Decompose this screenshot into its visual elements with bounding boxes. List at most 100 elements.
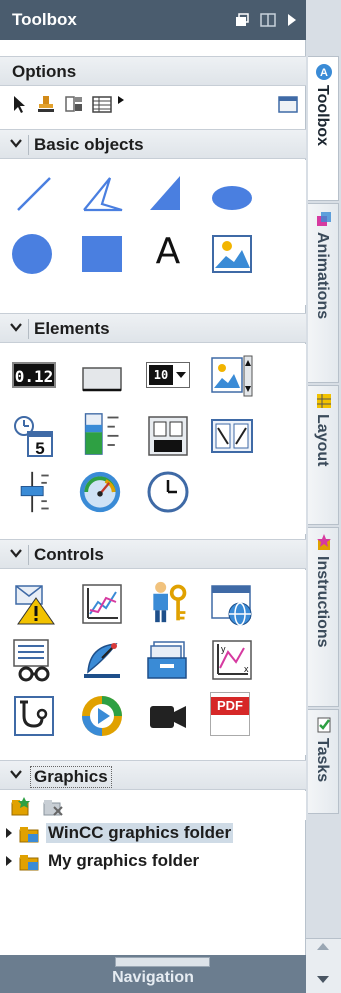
- trend-view-icon[interactable]: [80, 582, 124, 626]
- button-icon[interactable]: [80, 356, 124, 400]
- scroll-up-icon[interactable]: [317, 943, 329, 950]
- chevron-down-icon[interactable]: [9, 767, 23, 781]
- controls-header[interactable]: Controls: [0, 539, 306, 569]
- io-field-icon[interactable]: 0.12: [12, 362, 56, 388]
- properties-icon[interactable]: [64, 94, 84, 114]
- elements-grid: 0.12 10 5: [0, 344, 306, 534]
- tab-tasks[interactable]: Tasks: [308, 709, 339, 814]
- graphics-header[interactable]: Graphics: [0, 760, 306, 790]
- folder-icon: [19, 827, 39, 843]
- navigation-label: Navigation: [112, 969, 194, 986]
- basic-objects-label: Basic objects: [34, 135, 144, 154]
- tab-strip: A Toolbox Animations Layout Instructions…: [306, 0, 341, 993]
- rectangle-icon[interactable]: [80, 232, 124, 276]
- media-player-icon[interactable]: [146, 638, 190, 682]
- gauge-icon[interactable]: [78, 470, 122, 514]
- options-toolbar: [0, 86, 306, 122]
- recipe-view-icon[interactable]: [12, 638, 56, 682]
- instructions-tab-icon: [317, 534, 331, 550]
- polyline-icon[interactable]: [80, 172, 124, 216]
- chevron-down-icon[interactable]: [9, 136, 23, 150]
- graphics-toolbar: [0, 791, 306, 820]
- bar-icon[interactable]: [80, 412, 124, 456]
- tab-label: Instructions: [314, 556, 331, 648]
- elements-header[interactable]: Elements: [0, 313, 306, 343]
- dock-panel-icon[interactable]: [260, 12, 276, 28]
- svg-text:A: A: [320, 67, 328, 79]
- tab-label: Layout: [314, 414, 331, 467]
- tab-animations[interactable]: Animations: [308, 203, 339, 383]
- polygon-icon[interactable]: [146, 172, 190, 216]
- basic-objects-header[interactable]: Basic objects: [0, 129, 306, 159]
- pointer-icon[interactable]: [10, 94, 28, 114]
- toolbox-panel: Toolbox Options Basic objects A Elements…: [0, 0, 306, 993]
- sm-query-icon[interactable]: [80, 638, 124, 682]
- tree-item-label: WinCC graphics folder: [46, 823, 234, 843]
- toolbox-titlebar: Toolbox: [0, 0, 306, 40]
- chevron-down-icon[interactable]: [9, 320, 23, 334]
- header-divider: [28, 135, 29, 155]
- tree-item-wincc-graphics[interactable]: WinCC graphics folder: [0, 820, 306, 846]
- float-window-icon[interactable]: [234, 12, 250, 28]
- tree-item-my-graphics[interactable]: My graphics folder: [0, 848, 306, 874]
- folder-icon: [19, 855, 39, 871]
- line-icon[interactable]: [12, 172, 56, 216]
- toolbox-window: Toolbox Options Basic objects A Elements…: [0, 0, 341, 993]
- scroll-down-icon[interactable]: [317, 976, 329, 983]
- table-view-icon[interactable]: [91, 94, 113, 114]
- camera-control-icon[interactable]: [146, 694, 190, 738]
- slider-icon[interactable]: [12, 470, 56, 514]
- html-browser-icon[interactable]: [210, 582, 254, 626]
- controls-label: Controls: [34, 545, 104, 564]
- symbol-library-icon[interactable]: [210, 414, 254, 458]
- options-label: Options: [12, 62, 77, 81]
- expand-arrow-icon[interactable]: [6, 828, 12, 838]
- tasks-tab-icon: [317, 717, 331, 733]
- tab-instructions[interactable]: Instructions: [308, 527, 339, 707]
- toolbox-title: Toolbox: [12, 10, 77, 29]
- new-folder-icon[interactable]: [10, 795, 32, 817]
- options-header[interactable]: Options: [0, 56, 306, 86]
- pdf-view-icon[interactable]: PDF: [210, 692, 250, 736]
- alarm-view-icon[interactable]: [12, 582, 56, 626]
- tab-layout[interactable]: Layout: [308, 385, 339, 525]
- circle-icon[interactable]: [10, 232, 54, 276]
- tab-toolbox[interactable]: A Toolbox: [308, 56, 339, 201]
- graphics-label: Graphics: [30, 766, 112, 788]
- options-more-icon[interactable]: [116, 94, 126, 108]
- toolbox-tab-icon: A: [316, 64, 332, 80]
- tab-label: Toolbox: [314, 85, 331, 147]
- graphic-io-field-icon[interactable]: [210, 354, 254, 398]
- switch-icon[interactable]: [146, 414, 190, 458]
- chevron-down-icon[interactable]: [9, 546, 23, 560]
- navigation-splitter[interactable]: [115, 957, 210, 967]
- view-mode-icon[interactable]: [277, 94, 299, 114]
- elements-label: Elements: [34, 319, 110, 338]
- basic-objects-grid: A: [0, 160, 306, 305]
- animations-tab-icon: [317, 212, 331, 226]
- datetime-field-icon[interactable]: 5: [12, 414, 56, 458]
- system-diagnostics-icon[interactable]: [12, 694, 56, 738]
- graphic-view-icon[interactable]: [210, 232, 254, 276]
- tab-label: Tasks: [314, 738, 331, 783]
- tabstrip-scrollbar[interactable]: [306, 938, 341, 993]
- expand-arrow-icon[interactable]: [6, 856, 12, 866]
- symbolic-io-value: 10: [149, 365, 173, 385]
- f-x-trend-view-icon[interactable]: xy: [210, 638, 254, 682]
- symbolic-io-field-icon[interactable]: 10: [146, 362, 190, 388]
- layout-tab-icon: [317, 394, 331, 408]
- svg-text:y: y: [221, 644, 226, 654]
- collapse-panel-icon[interactable]: [286, 12, 298, 28]
- ellipse-icon[interactable]: [210, 176, 254, 220]
- media-play-icon[interactable]: [80, 694, 124, 738]
- svg-text:x: x: [244, 664, 249, 674]
- navigation-bar[interactable]: Navigation: [0, 955, 306, 993]
- clock-icon[interactable]: [146, 470, 190, 514]
- user-view-icon[interactable]: [146, 580, 190, 624]
- tab-label: Animations: [314, 232, 331, 320]
- stamp-icon[interactable]: [36, 94, 56, 114]
- delete-folder-icon[interactable]: [42, 795, 64, 817]
- header-divider: [28, 319, 29, 339]
- header-divider: [28, 545, 29, 565]
- text-field-icon[interactable]: A: [146, 230, 190, 274]
